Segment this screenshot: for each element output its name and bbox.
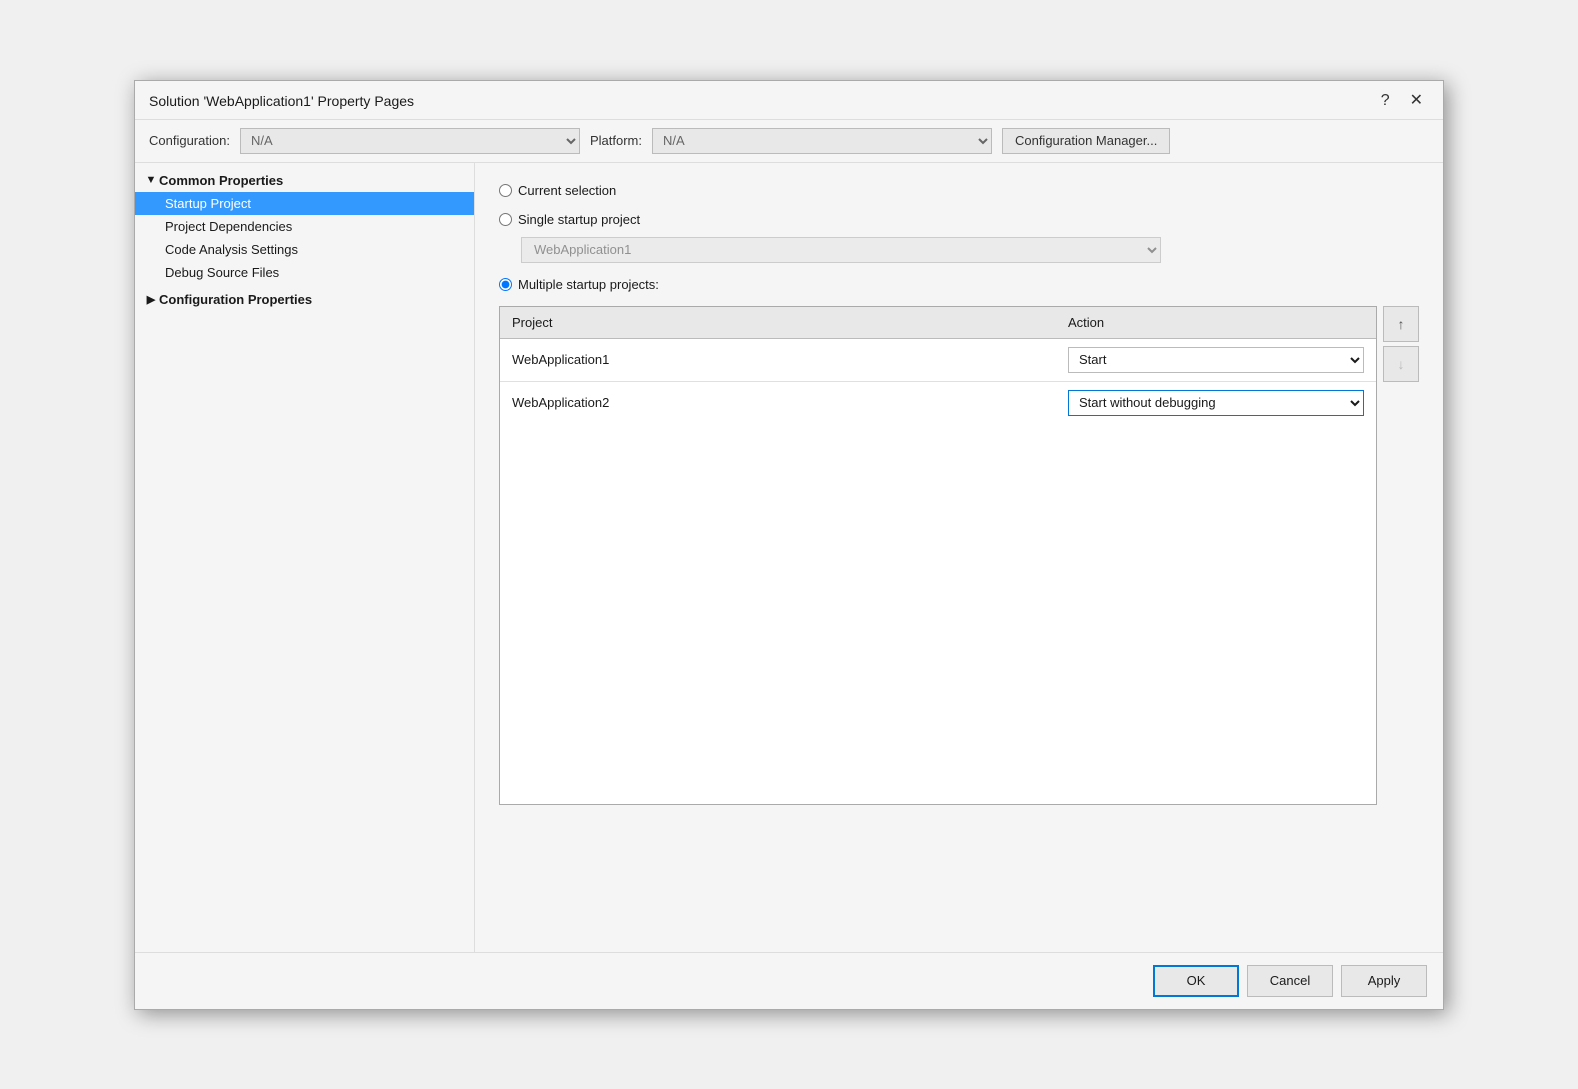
table-empty-area bbox=[500, 424, 1376, 804]
current-selection-radio[interactable] bbox=[499, 184, 512, 197]
apply-button[interactable]: Apply bbox=[1341, 965, 1427, 997]
property-pages-dialog: Solution 'WebApplication1' Property Page… bbox=[134, 80, 1444, 1010]
config-bar: Configuration: N/A Platform: N/A Configu… bbox=[135, 120, 1443, 163]
move-down-button[interactable]: ↓ bbox=[1383, 346, 1419, 382]
single-startup-group: Single startup project WebApplication1 bbox=[499, 212, 1419, 263]
expander-icon-config: ▶ bbox=[143, 293, 159, 306]
multiple-startup-radio[interactable] bbox=[499, 278, 512, 291]
config-manager-button[interactable]: Configuration Manager... bbox=[1002, 128, 1170, 154]
sidebar-item-code-analysis-settings[interactable]: Code Analysis Settings bbox=[135, 238, 474, 261]
single-startup-radio-row: Single startup project bbox=[499, 212, 1419, 227]
action-dropdown[interactable]: NoneStartStart without debugging bbox=[1068, 347, 1364, 373]
project-dependencies-label: Project Dependencies bbox=[165, 219, 292, 234]
main-content: ▼ Common Properties Startup Project Proj… bbox=[135, 163, 1443, 952]
code-analysis-settings-label: Code Analysis Settings bbox=[165, 242, 298, 257]
project-cell: WebApplication1 bbox=[500, 338, 1056, 381]
project-cell: WebApplication2 bbox=[500, 381, 1056, 424]
multiple-startup-label[interactable]: Multiple startup projects: bbox=[518, 277, 659, 292]
single-startup-radio[interactable] bbox=[499, 213, 512, 226]
configuration-dropdown[interactable]: N/A bbox=[240, 128, 580, 154]
sidebar-item-config-properties[interactable]: ▶ Configuration Properties bbox=[135, 288, 474, 311]
col-header-action: Action bbox=[1056, 307, 1376, 339]
startup-project-label: Startup Project bbox=[165, 196, 251, 211]
dialog-title: Solution 'WebApplication1' Property Page… bbox=[149, 93, 414, 109]
current-selection-label[interactable]: Current selection bbox=[518, 183, 616, 198]
multiple-startup-radio-row: Multiple startup projects: bbox=[499, 277, 1419, 292]
move-up-button[interactable]: ↑ bbox=[1383, 306, 1419, 342]
action-cell: NoneStartStart without debugging bbox=[1056, 381, 1376, 424]
sidebar-item-debug-source-files[interactable]: Debug Source Files bbox=[135, 261, 474, 284]
sidebar-item-common-properties[interactable]: ▼ Common Properties bbox=[135, 169, 474, 192]
title-bar-buttons: ? ✕ bbox=[1375, 91, 1429, 111]
close-button[interactable]: ✕ bbox=[1404, 91, 1429, 111]
ok-button[interactable]: OK bbox=[1153, 965, 1239, 997]
single-project-dropdown: WebApplication1 bbox=[521, 237, 1161, 263]
current-selection-radio-row: Current selection bbox=[499, 183, 1419, 198]
config-properties-label: Configuration Properties bbox=[159, 292, 312, 307]
title-bar: Solution 'WebApplication1' Property Page… bbox=[135, 81, 1443, 120]
platform-label: Platform: bbox=[590, 133, 642, 148]
table-row: WebApplication2 NoneStartStart without de… bbox=[500, 381, 1376, 424]
footer: OK Cancel Apply bbox=[135, 952, 1443, 1009]
sidebar-item-startup-project[interactable]: Startup Project bbox=[135, 192, 474, 215]
sidebar-item-project-dependencies[interactable]: Project Dependencies bbox=[135, 215, 474, 238]
config-label: Configuration: bbox=[149, 133, 230, 148]
platform-dropdown[interactable]: N/A bbox=[652, 128, 992, 154]
expander-icon: ▼ bbox=[143, 174, 159, 186]
col-header-project: Project bbox=[500, 307, 1056, 339]
sidebar: ▼ Common Properties Startup Project Proj… bbox=[135, 163, 475, 952]
cancel-button[interactable]: Cancel bbox=[1247, 965, 1333, 997]
projects-table-wrapper: Project Action WebApplication1 NoneStartS… bbox=[499, 306, 1377, 805]
common-properties-label: Common Properties bbox=[159, 173, 283, 188]
single-startup-label[interactable]: Single startup project bbox=[518, 212, 640, 227]
action-cell: NoneStartStart without debugging bbox=[1056, 338, 1376, 381]
table-row: WebApplication1 NoneStartStart without de… bbox=[500, 338, 1376, 381]
projects-table: Project Action WebApplication1 NoneStartS… bbox=[500, 307, 1376, 424]
multiple-projects-table-section: Project Action WebApplication1 NoneStartS… bbox=[499, 306, 1419, 805]
content-area: Current selection Single startup project… bbox=[475, 163, 1443, 952]
action-dropdown[interactable]: NoneStartStart without debugging bbox=[1068, 390, 1364, 416]
debug-source-files-label: Debug Source Files bbox=[165, 265, 279, 280]
help-button[interactable]: ? bbox=[1375, 91, 1396, 111]
arrow-buttons: ↑ ↓ bbox=[1383, 306, 1419, 382]
